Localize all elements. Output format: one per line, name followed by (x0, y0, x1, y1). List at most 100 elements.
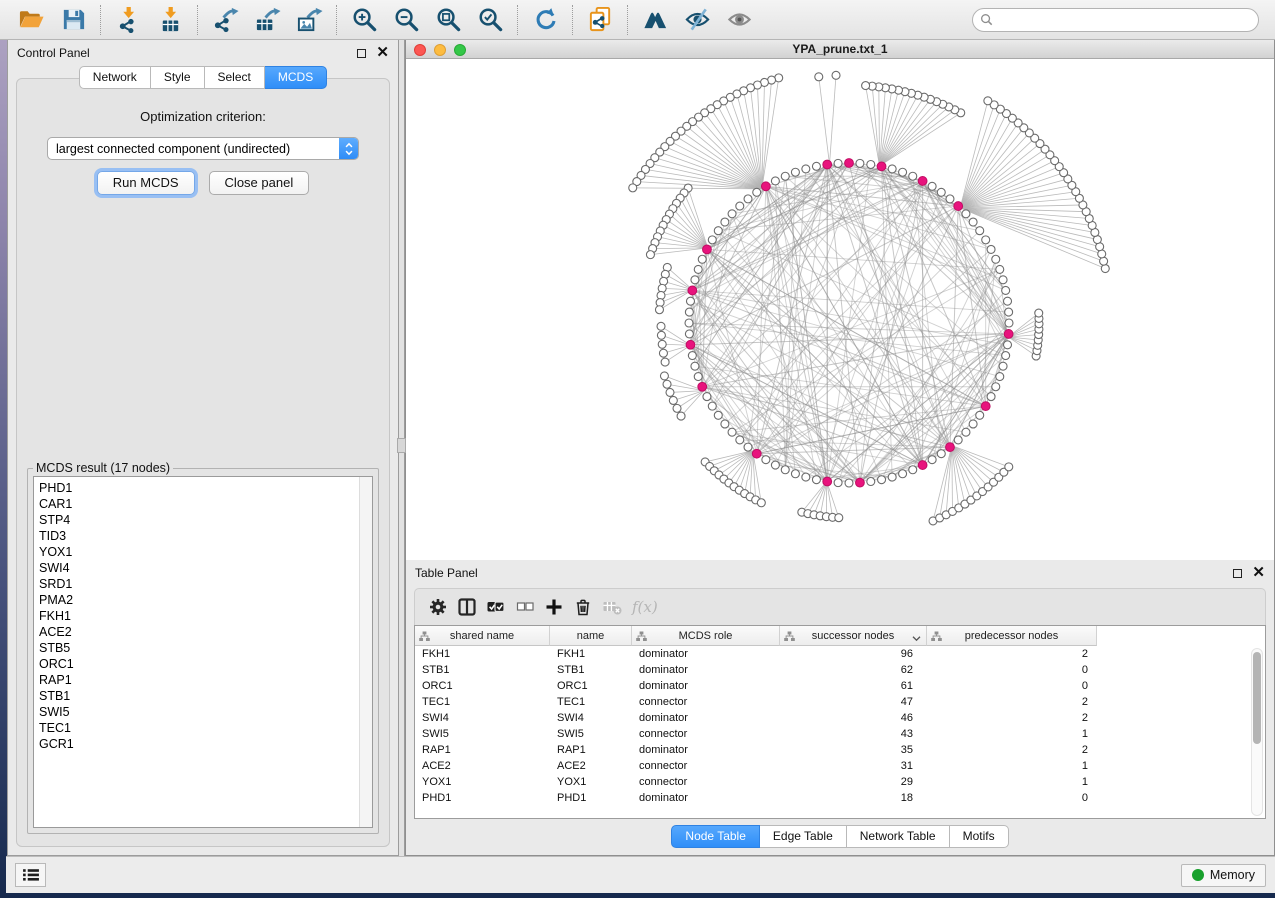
mcds-result-item[interactable]: SWI5 (39, 704, 372, 720)
tab-mcds[interactable]: MCDS (265, 66, 327, 89)
column-header-predecessor-nodes[interactable]: predecessor nodes (927, 626, 1097, 646)
splitter-handle-icon[interactable] (397, 438, 406, 453)
table-tab-edge-table[interactable]: Edge Table (760, 825, 847, 848)
table-row[interactable]: PHD1PHD1dominator180 (415, 790, 1265, 806)
selected-node[interactable] (698, 382, 707, 391)
mcds-result-item[interactable]: STB1 (39, 688, 372, 704)
hide-selected-button[interactable] (681, 4, 713, 36)
network-canvas[interactable] (406, 59, 1274, 562)
panel-splitter[interactable] (399, 40, 405, 856)
close-panel-button[interactable]: Close panel (209, 171, 310, 195)
open-session-button[interactable] (15, 4, 47, 36)
selected-node[interactable] (823, 160, 832, 169)
mcds-result-item[interactable]: PMA2 (39, 592, 372, 608)
mcds-result-item[interactable]: STB5 (39, 640, 372, 656)
network-graph[interactable] (406, 59, 1269, 557)
run-mcds-button[interactable]: Run MCDS (97, 171, 195, 195)
create-column-button[interactable] (544, 597, 564, 617)
table-tab-motifs[interactable]: Motifs (950, 825, 1009, 848)
selected-node[interactable] (918, 461, 927, 470)
table-scrollbar[interactable] (1251, 648, 1263, 816)
table-row[interactable]: ACE2ACE2connector311 (415, 758, 1265, 774)
show-all-button[interactable] (723, 4, 755, 36)
memory-button[interactable]: Memory (1181, 864, 1266, 887)
table-row[interactable]: SWI4SWI4dominator462 (415, 710, 1265, 726)
selected-node[interactable] (703, 245, 712, 254)
mcds-result-item[interactable]: SRD1 (39, 576, 372, 592)
import-table-button[interactable] (154, 4, 186, 36)
mcds-result-item[interactable]: RAP1 (39, 672, 372, 688)
save-session-button[interactable] (57, 4, 89, 36)
criterion-select[interactable]: largest connected component (undirected) (47, 137, 359, 160)
column-settings-button[interactable] (428, 597, 448, 617)
float-table-panel-icon[interactable] (1233, 569, 1242, 578)
mcds-result-item[interactable]: SWI4 (39, 560, 372, 576)
table-row[interactable]: FKH1FKH1dominator962 (415, 646, 1265, 662)
selected-node[interactable] (761, 182, 770, 191)
table-row[interactable]: RAP1RAP1dominator352 (415, 742, 1265, 758)
show-column-browser-button[interactable] (457, 597, 477, 617)
apply-layout-button[interactable] (529, 4, 561, 36)
table-row[interactable]: STB1STB1dominator620 (415, 662, 1265, 678)
clone-network-button[interactable] (584, 4, 616, 36)
table-row[interactable]: YOX1YOX1connector291 (415, 774, 1265, 790)
import-network-button[interactable] (112, 4, 144, 36)
selected-node[interactable] (752, 449, 761, 458)
mcds-result-item[interactable]: FKH1 (39, 608, 372, 624)
export-table-button[interactable] (251, 4, 283, 36)
unselect-all-columns-button[interactable] (515, 597, 535, 617)
mcds-result-item[interactable]: ORC1 (39, 656, 372, 672)
column-header-name[interactable]: name (550, 626, 632, 646)
column-header-successor-nodes[interactable]: successor nodes (780, 626, 927, 646)
table-tab-network-table[interactable]: Network Table (847, 825, 950, 848)
export-image-button[interactable] (293, 4, 325, 36)
list-scrollbar[interactable] (359, 477, 372, 827)
column-header-MCDS-role[interactable]: MCDS role (632, 626, 780, 646)
selected-node[interactable] (918, 177, 927, 186)
selected-node[interactable] (877, 162, 886, 171)
mcds-result-item[interactable]: STP4 (39, 512, 372, 528)
tab-style[interactable]: Style (151, 66, 205, 89)
selected-node[interactable] (1004, 330, 1013, 339)
close-table-panel-icon[interactable]: ✕ (1252, 568, 1265, 578)
mcds-result-item[interactable]: GCR1 (39, 736, 372, 752)
selected-node[interactable] (981, 402, 990, 411)
delete-columns-button[interactable] (573, 597, 593, 617)
first-neighbors-button[interactable] (639, 4, 671, 36)
export-network-button[interactable] (209, 4, 241, 36)
zoom-in-button[interactable] (348, 4, 380, 36)
select-all-columns-button[interactable] (486, 597, 506, 617)
float-panel-icon[interactable] (357, 49, 366, 58)
search-box[interactable] (972, 8, 1259, 32)
close-window-button[interactable] (414, 44, 426, 56)
mcds-result-item[interactable]: PHD1 (39, 480, 372, 496)
selected-node[interactable] (946, 443, 955, 452)
mcds-result-list[interactable]: PHD1CAR1STP4TID3YOX1SWI4SRD1PMA2FKH1ACE2… (33, 476, 373, 828)
tab-network[interactable]: Network (79, 66, 151, 89)
scrollbar-thumb[interactable] (1253, 652, 1261, 744)
status-menu-button[interactable] (15, 863, 46, 887)
search-input[interactable] (997, 13, 1251, 27)
table-row[interactable]: TEC1TEC1connector472 (415, 694, 1265, 710)
mcds-result-item[interactable]: TID3 (39, 528, 372, 544)
table-tab-node-table[interactable]: Node Table (671, 825, 760, 848)
selected-node[interactable] (856, 478, 865, 487)
zoom-selected-button[interactable] (474, 4, 506, 36)
close-panel-icon[interactable]: ✕ (376, 48, 389, 58)
minimize-window-button[interactable] (434, 44, 446, 56)
table-row[interactable]: ORC1ORC1dominator610 (415, 678, 1265, 694)
mcds-result-item[interactable]: TEC1 (39, 720, 372, 736)
zoom-out-button[interactable] (390, 4, 422, 36)
mcds-result-item[interactable]: ACE2 (39, 624, 372, 640)
tab-select[interactable]: Select (205, 66, 265, 89)
zoom-window-button[interactable] (454, 44, 466, 56)
selected-node[interactable] (845, 159, 854, 168)
column-header-shared-name[interactable]: shared name (415, 626, 550, 646)
selected-node[interactable] (688, 286, 697, 295)
selected-node[interactable] (686, 340, 695, 349)
selected-node[interactable] (823, 477, 832, 486)
mcds-result-item[interactable]: CAR1 (39, 496, 372, 512)
selected-node[interactable] (954, 202, 963, 211)
table-row[interactable]: SWI5SWI5connector431 (415, 726, 1265, 742)
mcds-result-item[interactable]: YOX1 (39, 544, 372, 560)
